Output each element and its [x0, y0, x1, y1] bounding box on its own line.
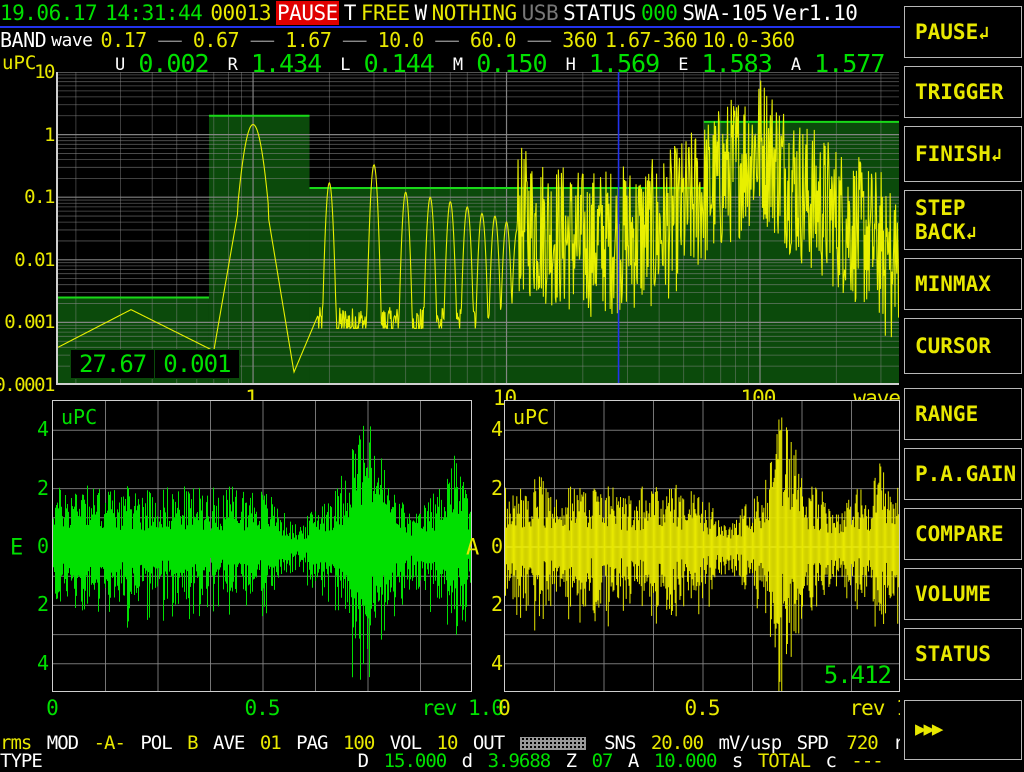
status-total-label: TOTAL [757, 750, 811, 772]
waveform-panel-E[interactable]: E 42024 uPC 0 0.5 rev 1.0 [0, 398, 504, 728]
softkey-cursor[interactable]: CURSOR [904, 318, 1022, 374]
header-status-label: STATUS [563, 1, 636, 25]
status-a-value: 10.000 [653, 750, 718, 772]
spectrum-plot-area[interactable]: 27.67 0.001 [56, 72, 899, 385]
status-a-label: A [627, 750, 639, 772]
waveform-ytick: 0 [490, 534, 503, 558]
softkey-label: STATUS [915, 641, 991, 666]
softkey-sidebar: PAUSE↲ TRIGGER FINISH↲ STEP BACK↲ MINMAX CURSO… [900, 0, 1024, 768]
status-z-label: Z [565, 750, 577, 772]
cursor-readout-x: 27.67 [79, 350, 147, 378]
band-row: BAND wave 0.17 —— 0.67 —— 1.67 —— 10.0 —… [0, 28, 902, 52]
waveform-ytick: 4 [36, 650, 49, 675]
header-trigger-key: T [343, 1, 357, 25]
status-c-label: c [825, 750, 836, 772]
header-status-value: 000 [640, 1, 678, 25]
waveform-panel-A[interactable]: A 42024 uPC 5.412 0 0.5 rev 1.0 [466, 398, 932, 728]
header-window-value: NOTHING [431, 1, 518, 25]
header-counter: 00013 [210, 1, 272, 25]
waveform-A-channel-tag: A [466, 535, 480, 561]
header-status-line: 19.06.17 14:31:44 00013 PAUSE T FREE W N… [0, 0, 902, 26]
usb-indicator: USB [521, 1, 559, 25]
softkey-compare[interactable]: COMPARE [904, 508, 1022, 560]
softkey-label: ▶▶▶ [915, 718, 943, 741]
status-a-unit: s [731, 750, 743, 772]
header-version: Ver1.10 [772, 1, 858, 25]
softkey-label: TRIGGER [915, 79, 1004, 104]
status-row-2: TYPE D 15.000 d 3.9688 Z 07 A 10.000 s T… [0, 750, 902, 772]
softkey-finish[interactable]: FINISH↲ [904, 126, 1022, 182]
waveform-E-svg [53, 401, 471, 691]
waveform-A-plot-area[interactable]: uPC 5.412 [504, 400, 900, 692]
spectrum-ytick: 0.0001 [0, 374, 55, 396]
softkey-label: COMPARE [915, 521, 1004, 546]
softkey-stepback[interactable]: STEP BACK↲ [904, 190, 1022, 250]
waveform-ytick: 4 [36, 417, 49, 442]
softkey-label: PAUSE↲ [915, 19, 990, 44]
waveform-ytick: 2 [36, 475, 49, 500]
softkey-label: CURSOR [915, 333, 991, 358]
waveform-xtick: 0.5 [684, 696, 721, 720]
status-d-value: 15.000 [383, 750, 448, 772]
status-type-label: TYPE [0, 750, 43, 772]
waveform-E-channel-tag: E [10, 535, 24, 561]
cursor-readout-y: 0.001 [163, 350, 231, 378]
waveform-xtick: 0 [46, 696, 59, 720]
spectrum-chart[interactable]: 10 1 0.1 0.01 0.001 0.0001 27.67 0.001 1 10 100… [0, 60, 902, 410]
spectrum-ytick: 0.01 [14, 248, 55, 271]
bottom-status-bar: rms MOD -A- POL B AVE 01 PAG 100 VOL 10 … [0, 732, 946, 772]
softkey-range[interactable]: RANGE [904, 388, 1022, 440]
waveform-E-plot-area[interactable]: uPC [52, 400, 472, 692]
spectrum-ytick: 0.001 [4, 311, 55, 334]
waveform-ytick: 0 [36, 534, 49, 558]
header-trigger-value: FREE [360, 1, 410, 25]
status-d-unit: d [461, 750, 473, 772]
softkey-label: MINMAX [915, 271, 991, 296]
waveform-A-svg [505, 401, 899, 691]
waveform-ytick: 2 [36, 592, 49, 617]
waveform-A-unit-label: uPC [513, 405, 550, 429]
softkey-label: RANGE [915, 401, 979, 426]
spectrum-ytick: 0.1 [24, 186, 55, 209]
band-mode: wave [51, 29, 93, 51]
status-d2-value: 3.9688 [487, 750, 552, 772]
waveform-ytick: 2 [490, 475, 503, 500]
waveform-A-peak-value: 5.412 [823, 661, 892, 689]
softkey-pause[interactable]: PAUSE↲ [904, 6, 1022, 58]
softkey-label: VOLUME [915, 581, 991, 606]
softkey-status[interactable]: STATUS [904, 628, 1022, 680]
softkey-[interactable]: ▶▶▶ [904, 700, 1022, 760]
out-level-meter-icon [519, 737, 586, 750]
status-row-1: rms MOD -A- POL B AVE 01 PAG 100 VOL 10 … [0, 732, 946, 754]
waveform-ytick: 4 [490, 650, 503, 675]
header-window-key: W [414, 1, 427, 25]
waveform-ytick: 2 [490, 592, 503, 617]
softkey-minmax[interactable]: MINMAX [904, 258, 1022, 310]
softkey-trigger[interactable]: TRIGGER [904, 66, 1022, 118]
softkey-label: P.A.GAIN [915, 461, 1017, 486]
softkey-pagain[interactable]: P.A.GAIN [904, 448, 1022, 500]
waveform-ytick: 4 [490, 417, 503, 442]
status-badge-pause: PAUSE [276, 1, 339, 25]
spectrum-ytick: 1 [44, 123, 55, 146]
status-z-value: 07 [591, 750, 614, 772]
header-model: SWA-105 [682, 1, 768, 25]
spectrum-svg [58, 72, 899, 383]
status-c-value: --- [851, 750, 883, 772]
header-date: 19.06.17 [0, 1, 98, 25]
header-time: 14:31:44 [105, 1, 203, 25]
status-d-label: D [357, 750, 369, 772]
waveform-xtick: 0.5 [244, 696, 281, 720]
softkey-volume[interactable]: VOLUME [904, 568, 1022, 620]
cursor-readout: 27.67 0.001 [70, 349, 240, 379]
softkey-label: FINISH↲ [915, 141, 1002, 166]
spectrum-ytick: 10 [34, 61, 55, 83]
waveform-E-unit-label: uPC [61, 405, 98, 429]
spectrum-y-axis: 10 1 0.1 0.01 0.001 0.0001 [0, 60, 56, 400]
softkey-label: STEP BACK↲ [915, 195, 977, 244]
waveform-xtick: 0 [498, 696, 511, 720]
